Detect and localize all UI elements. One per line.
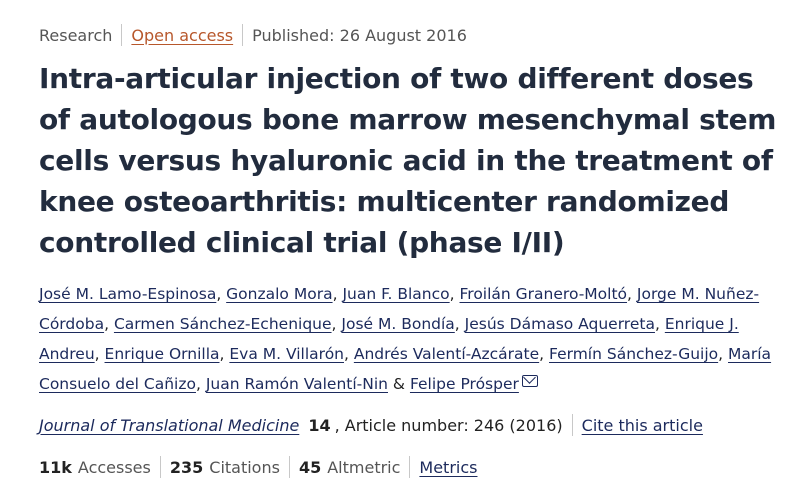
author-link[interactable]: Andrés Valentí-Azcárate bbox=[354, 345, 539, 363]
citation-line: Journal of Translational Medicine 14 , A… bbox=[39, 414, 703, 436]
author-separator: , bbox=[454, 315, 465, 333]
author-list: José M. Lamo-Espinosa, Gonzalo Mora, Jua… bbox=[39, 279, 784, 399]
author-separator: , bbox=[718, 345, 728, 363]
open-access-link[interactable]: Open access bbox=[131, 26, 233, 45]
author-separator: , bbox=[332, 285, 343, 303]
altmetric-count: 45 bbox=[298, 457, 322, 477]
author-separator: , bbox=[219, 345, 230, 363]
author-separator: , bbox=[195, 375, 206, 393]
volume: 14 bbox=[308, 415, 331, 435]
article-type: Research bbox=[39, 25, 113, 45]
author-separator: , bbox=[331, 315, 342, 333]
divider bbox=[288, 456, 290, 478]
author-link[interactable]: Eva M. Villarón bbox=[229, 345, 344, 363]
author-link[interactable]: Froilán Granero-Moltó bbox=[460, 285, 628, 303]
author-link[interactable]: Gonzalo Mora bbox=[226, 285, 332, 303]
divider bbox=[159, 456, 161, 478]
cite-this-article-link[interactable]: Cite this article bbox=[582, 416, 703, 435]
author-separator: & bbox=[388, 375, 410, 393]
divider bbox=[409, 456, 411, 478]
metrics-link[interactable]: Metrics bbox=[419, 458, 477, 477]
author-separator: , bbox=[94, 345, 105, 363]
author-separator: , bbox=[449, 285, 460, 303]
envelope-icon[interactable] bbox=[521, 375, 538, 387]
author-separator: , bbox=[654, 315, 665, 333]
author-link[interactable]: Felipe Prósper bbox=[410, 375, 519, 393]
journal-link[interactable]: Journal of Translational Medicine bbox=[39, 416, 299, 435]
author-link[interactable]: Enrique Ornilla bbox=[105, 345, 220, 363]
accesses-label: Accesses bbox=[77, 457, 151, 477]
author-link[interactable]: Juan Ramón Valentí-Nin bbox=[206, 375, 388, 393]
author-link[interactable]: José M. Lamo-Espinosa bbox=[39, 285, 216, 303]
author-link[interactable]: Jesús Dámaso Aquerreta bbox=[465, 315, 655, 333]
author-separator: , bbox=[216, 285, 227, 303]
altmetric-label: Altmetric bbox=[327, 457, 401, 477]
accesses-count: 11k bbox=[39, 457, 72, 477]
author-link[interactable]: Juan F. Blanco bbox=[342, 285, 449, 303]
divider bbox=[571, 414, 573, 436]
author-separator: , bbox=[539, 345, 549, 363]
divider bbox=[242, 24, 244, 46]
article-number: , Article number: 246 (2016) bbox=[334, 415, 563, 435]
author-link[interactable]: Carmen Sánchez-Echenique bbox=[114, 315, 332, 333]
article-title: Intra-articular injection of two differe… bbox=[39, 62, 777, 259]
author-separator: , bbox=[104, 315, 114, 333]
citations-count: 235 bbox=[169, 457, 204, 477]
author-link[interactable]: Fermín Sánchez-Guijo bbox=[549, 345, 718, 363]
author-separator: , bbox=[344, 345, 354, 363]
published-date: Published: 26 August 2016 bbox=[252, 25, 467, 45]
author-link[interactable]: José M. Bondía bbox=[341, 315, 454, 333]
author-separator: , bbox=[627, 285, 637, 303]
article-header: Research Open access Published: 26 Augus… bbox=[0, 0, 796, 497]
article-meta: Research Open access Published: 26 Augus… bbox=[39, 24, 467, 46]
metrics-bar: 11k Accesses 235 Citations 45 Altmetric … bbox=[39, 456, 477, 478]
citations-label: Citations bbox=[209, 457, 280, 477]
divider bbox=[121, 24, 123, 46]
